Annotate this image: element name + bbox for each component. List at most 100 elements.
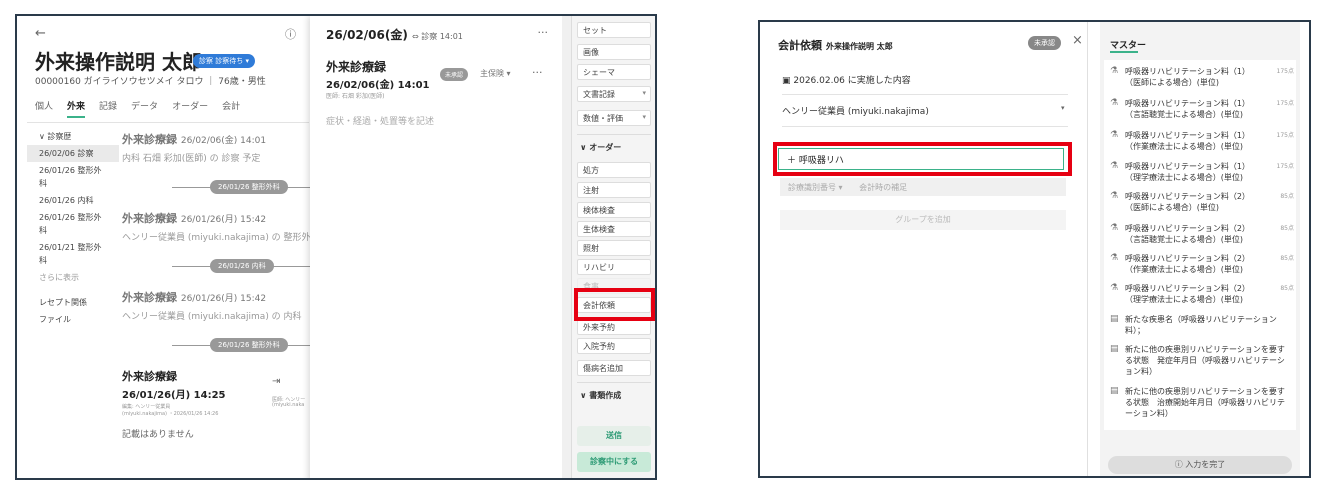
sidebar-item-history[interactable]: 26/01/26 内科 — [27, 192, 119, 209]
record-card[interactable]: 外来診療録 26/01/26(月) 14:25 編集: ヘンリー従業員 (miy… — [122, 368, 312, 458]
sidebar-group-history[interactable]: ∨ 診察歴 — [27, 128, 119, 145]
divider — [782, 94, 1068, 95]
date-separator-pill: 26/01/26 内科 — [210, 259, 274, 273]
tab-billing[interactable]: 会計 — [222, 99, 240, 118]
patient-tabs: 個人 外来 記録 データ オーダー 会計 — [35, 99, 240, 118]
more-icon[interactable]: ··· — [532, 66, 543, 79]
tab-record[interactable]: 記録 — [99, 99, 117, 118]
sidebar-item-history[interactable]: 26/01/21 整形外科 — [27, 239, 119, 269]
record-doctor-detail: (miyuki.naka — [272, 402, 305, 408]
right-screenshot: 会計依頼 外来操作説明 太郎 未承認 × ▣ 2026.02.06 に実施した内容… — [758, 20, 1311, 478]
comment-icon: ▤ — [1110, 344, 1119, 354]
sidebar-item-history[interactable]: 26/01/26 整形外科 — [27, 162, 119, 192]
scrollbar[interactable] — [562, 16, 571, 478]
info-icon[interactable]: ⓘ — [285, 26, 296, 42]
doc-record-button[interactable]: 文書記録 — [577, 86, 651, 102]
in-exam-button[interactable]: 診察中にする — [577, 452, 651, 472]
prescription-button[interactable]: 処方 — [577, 162, 651, 178]
record-empty: 記載はありません — [122, 430, 194, 440]
record-card[interactable]: 外来診療録 26/02/06(金) 14:01 内科 石畑 彩加(医師) の 診… — [122, 131, 312, 164]
item-code-select[interactable]: 診療識別番号 ▾ — [788, 183, 843, 192]
insurance-select[interactable]: 主保険 ▾ — [480, 68, 511, 79]
tab-master[interactable]: マスター — [1110, 38, 1146, 51]
pill-icon: ⚗ — [1110, 191, 1119, 201]
send-button[interactable]: 送信 — [577, 426, 651, 446]
date-separator-pill: 26/01/26 整形外科 — [210, 338, 288, 352]
close-icon[interactable]: × — [1072, 33, 1083, 48]
user-select[interactable]: ヘンリー従業員 (miyuki.nakajima) — [782, 104, 929, 117]
record-date: 26/01/26(月) 15:42 — [180, 294, 267, 304]
specimen-test-button[interactable]: 検体検査 — [577, 202, 651, 218]
rehab-button[interactable]: リハビリ — [577, 259, 651, 275]
divider — [1087, 22, 1088, 476]
show-more-link[interactable]: さらに表示 — [27, 269, 119, 286]
add-group-button[interactable]: グループを追加 — [780, 210, 1066, 230]
order-group-header[interactable]: ∨ オーダー — [580, 142, 621, 153]
dialog-date: 26/02/06(金) — [326, 28, 408, 42]
sidebar-item-file[interactable]: ファイル — [27, 311, 119, 328]
highlight-box — [574, 288, 655, 321]
billing-note-input[interactable]: 会計時の補足 — [859, 183, 907, 192]
import-icon[interactable]: ⇥ — [272, 376, 280, 387]
sidebar-item-receipt[interactable]: レセプト関係 — [27, 294, 119, 311]
set-button[interactable]: セット — [577, 22, 651, 38]
item-detail-row: 診療識別番号 ▾ 会計時の補足 — [780, 178, 1066, 196]
divider — [27, 122, 309, 123]
calendar-icon: ▣ — [782, 76, 794, 86]
performed-date[interactable]: ▣ 2026.02.06 に実施した内容 — [782, 73, 911, 86]
complete-input-button[interactable]: ⓘ 入力を完了 — [1108, 456, 1292, 474]
schema-button[interactable]: シェーマ — [577, 64, 651, 80]
record-textarea[interactable]: 症状・経過・処置等を記述 — [326, 114, 434, 127]
patient-name: 外来操作説明 太郎 — [826, 42, 893, 51]
record-subtitle: ヘンリー従業員 (miyuki.nakajima) の 整形外 — [122, 233, 311, 243]
chevron-down-icon[interactable]: ▾ — [1061, 104, 1065, 112]
disease-add-button[interactable]: 傷病名追加 — [577, 360, 651, 376]
dialog-link[interactable]: ⇔ 診察 14:01 — [412, 32, 463, 41]
record-card[interactable]: 外来診療録 26/01/26(月) 15:42 ヘンリー従業員 (miyuki.… — [122, 210, 312, 243]
record-editor-detail: (miyuki.nakajima) ・2026/01/26 14:26 — [122, 411, 219, 417]
radiation-button[interactable]: 照射 — [577, 240, 651, 256]
sidebar-item-history[interactable]: 26/02/06 診察 — [27, 145, 119, 162]
record-date: 26/02/06(金) 14:01 — [180, 136, 267, 146]
date-separator: 26/01/26 内科 — [122, 257, 312, 275]
image-button[interactable]: 画像 — [577, 44, 651, 60]
record-title: 外来診療録 — [122, 370, 177, 383]
outpatient-reservation-button[interactable]: 外来予約 — [577, 319, 651, 335]
physio-test-button[interactable]: 生体検査 — [577, 221, 651, 237]
date-separator-pill: 26/01/26 整形外科 — [210, 180, 288, 194]
unapproved-badge: 未承認 — [1028, 36, 1061, 50]
pill-icon: ⚗ — [1110, 223, 1119, 233]
status-badge[interactable]: 診察 診察待ち ▾ — [193, 54, 255, 68]
tab-order[interactable]: オーダー — [172, 99, 208, 118]
record-card[interactable]: 外来診療録 26/01/26(月) 15:42 ヘンリー従業員 (miyuki.… — [122, 289, 312, 322]
divider — [577, 134, 651, 135]
action-sidebar: セット 画像 シェーマ 文書記録 数値・評価 ∨ オーダー 処方 注射 検体検査… — [571, 16, 655, 478]
record-date: 26/01/26(月) 15:42 — [180, 215, 267, 225]
pill-icon: ⚗ — [1110, 130, 1119, 140]
tab-personal[interactable]: 個人 — [35, 99, 53, 118]
sidebar-item-history[interactable]: 26/01/26 整形外科 — [27, 209, 119, 239]
tab-data[interactable]: データ — [131, 99, 158, 118]
more-icon[interactable]: ··· — [538, 26, 549, 39]
record-subtitle: 内科 石畑 彩加(医師) の 診察 予定 — [122, 154, 261, 164]
pill-icon: ⚗ — [1110, 161, 1119, 171]
record-title: 外来診療録 — [122, 133, 177, 146]
back-arrow-icon[interactable]: ← — [35, 26, 46, 41]
pill-icon: ⚗ — [1110, 283, 1119, 293]
history-sidebar: ∨ 診察歴 26/02/06 診察 26/01/26 整形外科 26/01/26… — [27, 128, 119, 328]
dialog-doctor: 医師: 石畑 彩加(医師) — [326, 93, 385, 100]
unapproved-badge: 未承認 — [440, 68, 469, 81]
dialog-title: 外来診療録 — [326, 60, 387, 74]
comment-icon: ▤ — [1110, 314, 1119, 324]
tab-underline — [1110, 51, 1138, 53]
record-list: 外来診療録 26/02/06(金) 14:01 内科 石畑 彩加(医師) の 診… — [122, 131, 312, 458]
pill-icon: ⚗ — [1110, 98, 1119, 108]
doc-create-group-header[interactable]: ∨ 書類作成 — [580, 390, 621, 401]
inpatient-reservation-button[interactable]: 入院予約 — [577, 338, 651, 354]
tab-outpatient[interactable]: 外来 — [67, 99, 86, 118]
record-title: 外来診療録 — [122, 291, 177, 304]
patient-id: 00000160 ガイライソウセツメイ タロウ ｜ 76歳・男性 — [35, 77, 266, 87]
injection-button[interactable]: 注射 — [577, 182, 651, 198]
numeric-eval-button[interactable]: 数値・評価 — [577, 110, 651, 126]
patient-name: 外来操作説明 太郎 — [35, 50, 202, 74]
